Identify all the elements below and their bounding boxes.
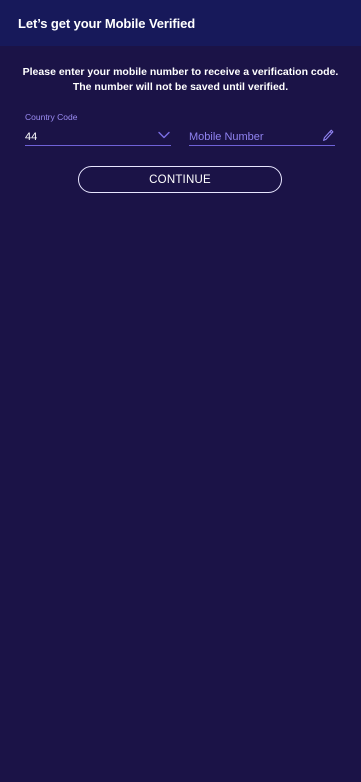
- pencil-icon: [323, 129, 334, 141]
- instructions-text: Please enter your mobile number to recei…: [22, 66, 339, 93]
- continue-button[interactable]: CONTINUE: [78, 166, 282, 193]
- page-header: Let’s get your Mobile Verified: [0, 0, 361, 46]
- country-code-select[interactable]: 44: [25, 128, 171, 146]
- mobile-number-input[interactable]: [189, 128, 313, 145]
- chevron-down-icon[interactable]: [158, 131, 170, 139]
- mobile-number-field[interactable]: [189, 128, 335, 146]
- country-code-value: 44: [25, 131, 38, 143]
- page-title: Let’s get your Mobile Verified: [18, 15, 196, 31]
- country-code-label: Country Code: [25, 112, 78, 122]
